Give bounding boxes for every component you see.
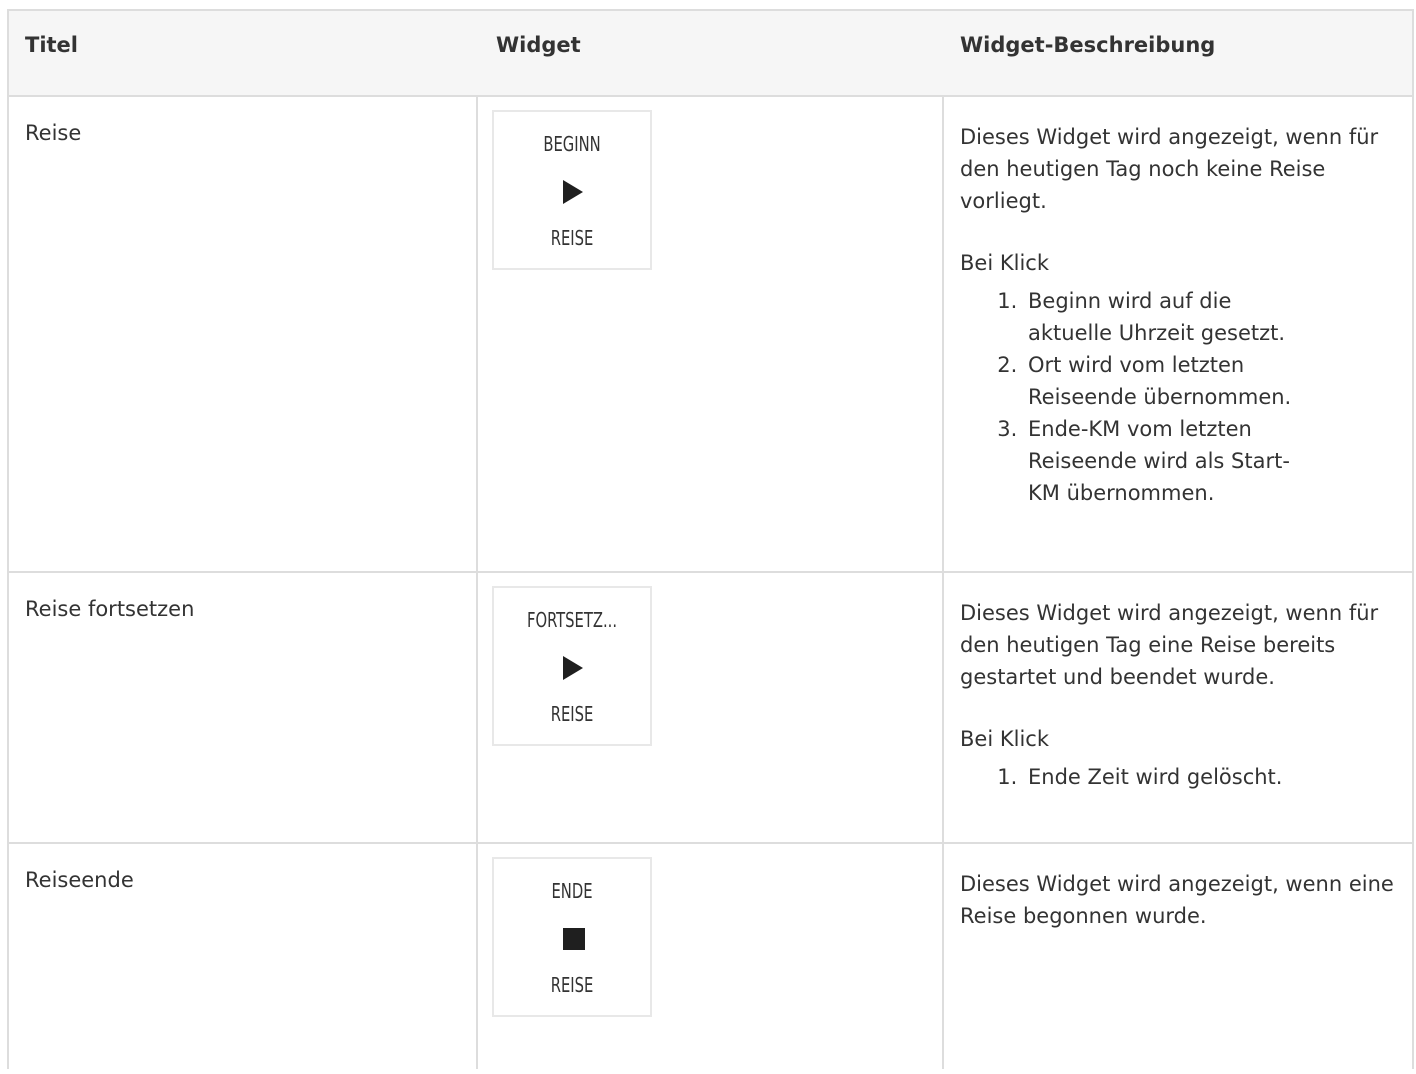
header-widget: Widget <box>496 33 581 57</box>
list-item: Ende-KM vom letzten Reiseende wird als S… <box>1024 413 1294 509</box>
widget-table: Titel Widget Widget-Beschreibung Reise B… <box>7 9 1414 1069</box>
click-label: Bei Klick <box>960 251 1049 275</box>
click-label: Bei Klick <box>960 727 1049 751</box>
list-item: Ort wird vom letzten Reiseende übernomme… <box>1024 349 1294 413</box>
row-description: Dieses Widget wird angezeigt, wenn für d… <box>960 597 1405 793</box>
row-title: Reise <box>25 121 82 145</box>
play-icon <box>563 656 583 680</box>
stop-icon <box>563 928 585 950</box>
widget-bottom-label: REISE <box>550 973 594 997</box>
table-row: Reiseende ENDE REISE Dieses Widget wird … <box>9 844 1412 1074</box>
header-title: Titel <box>25 33 79 57</box>
widget-bottom-label: REISE <box>550 702 594 726</box>
widget-top-label: FORTSETZ... <box>526 608 618 632</box>
widget-bottom-label: REISE <box>550 226 594 250</box>
start-trip-widget[interactable]: BEGINN REISE <box>492 110 652 270</box>
table-header: Titel Widget Widget-Beschreibung <box>9 11 1412 97</box>
step-list: Beginn wird auf die aktuelle Uhrzeit ges… <box>960 285 1294 509</box>
play-icon <box>563 180 583 204</box>
row-description: Dieses Widget wird angezeigt, wenn eine … <box>960 868 1405 932</box>
description-text: Dieses Widget wird angezeigt, wenn für d… <box>960 601 1379 689</box>
row-description: Dieses Widget wird angezeigt, wenn für d… <box>960 121 1405 509</box>
description-text: Dieses Widget wird angezeigt, wenn eine … <box>960 872 1394 928</box>
widget-top-label: BEGINN <box>543 132 601 156</box>
continue-trip-widget[interactable]: FORTSETZ... REISE <box>492 586 652 746</box>
end-trip-widget[interactable]: ENDE REISE <box>492 857 652 1017</box>
row-title: Reise fortsetzen <box>25 597 195 621</box>
table-row: Reise fortsetzen FORTSETZ... REISE Diese… <box>9 573 1412 844</box>
description-text: Dieses Widget wird angezeigt, wenn für d… <box>960 125 1379 213</box>
list-item: Beginn wird auf die aktuelle Uhrzeit ges… <box>1024 285 1294 349</box>
table-row: Reise BEGINN REISE Dieses Widget wird an… <box>9 97 1412 573</box>
header-description: Widget-Beschreibung <box>960 33 1216 57</box>
step-list: Ende Zeit wird gelöscht. <box>960 761 1294 793</box>
list-item: Ende Zeit wird gelöscht. <box>1024 761 1294 793</box>
widget-top-label: ENDE <box>551 879 593 903</box>
row-title: Reiseende <box>25 868 134 892</box>
